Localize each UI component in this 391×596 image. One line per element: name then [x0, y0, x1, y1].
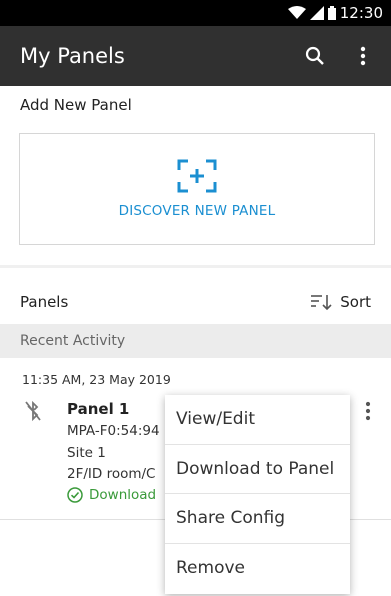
panel-site: Site 1 [67, 445, 106, 461]
sort-icon [311, 295, 332, 311]
status-time: 12:30 [339, 4, 383, 22]
bluetooth-disabled-icon [24, 400, 42, 426]
panel-more-button[interactable] [355, 398, 381, 424]
overflow-menu-button[interactable] [339, 32, 387, 80]
search-button[interactable] [291, 32, 339, 80]
signal-icon [309, 6, 324, 20]
menu-item-remove[interactable]: Remove [165, 544, 350, 594]
recent-activity-header: Recent Activity [0, 324, 391, 358]
check-circle-icon [67, 487, 83, 503]
menu-item-download-to-panel[interactable]: Download to Panel [165, 445, 350, 494]
battery-icon [327, 6, 336, 20]
panels-header: Panels Sort [0, 280, 391, 324]
search-icon [305, 46, 324, 65]
menu-item-view-edit[interactable]: View/Edit [165, 395, 350, 445]
panel-status: Download [67, 487, 156, 503]
activity-timestamp: 11:35 AM, 23 May 2019 [22, 372, 171, 387]
page-title: My Panels [20, 44, 125, 68]
discover-panel-card[interactable]: DISCOVER NEW PANEL [19, 133, 375, 245]
panel-status-label: Download [89, 487, 157, 503]
panel-location: 2F/ID room/C [67, 466, 156, 482]
panel-id: MPA-F0:54:94 [67, 423, 160, 439]
app-bar: My Panels [0, 26, 391, 86]
sort-button[interactable]: Sort [310, 293, 371, 311]
panels-title: Panels [20, 293, 69, 311]
sort-label: Sort [340, 293, 371, 311]
add-panel-heading: Add New Panel [20, 96, 132, 114]
status-bar: 12:30 [0, 0, 391, 26]
menu-item-share-config[interactable]: Share Config [165, 494, 350, 544]
panel-context-menu: View/Edit Download to Panel Share Config… [165, 395, 350, 594]
more-vert-icon [365, 401, 371, 421]
panel-name[interactable]: Panel 1 [67, 400, 129, 418]
scan-add-icon [177, 159, 217, 193]
section-divider [0, 265, 391, 268]
discover-panel-label: DISCOVER NEW PANEL [118, 203, 276, 219]
more-vert-icon [360, 46, 366, 66]
wifi-icon [287, 6, 306, 19]
